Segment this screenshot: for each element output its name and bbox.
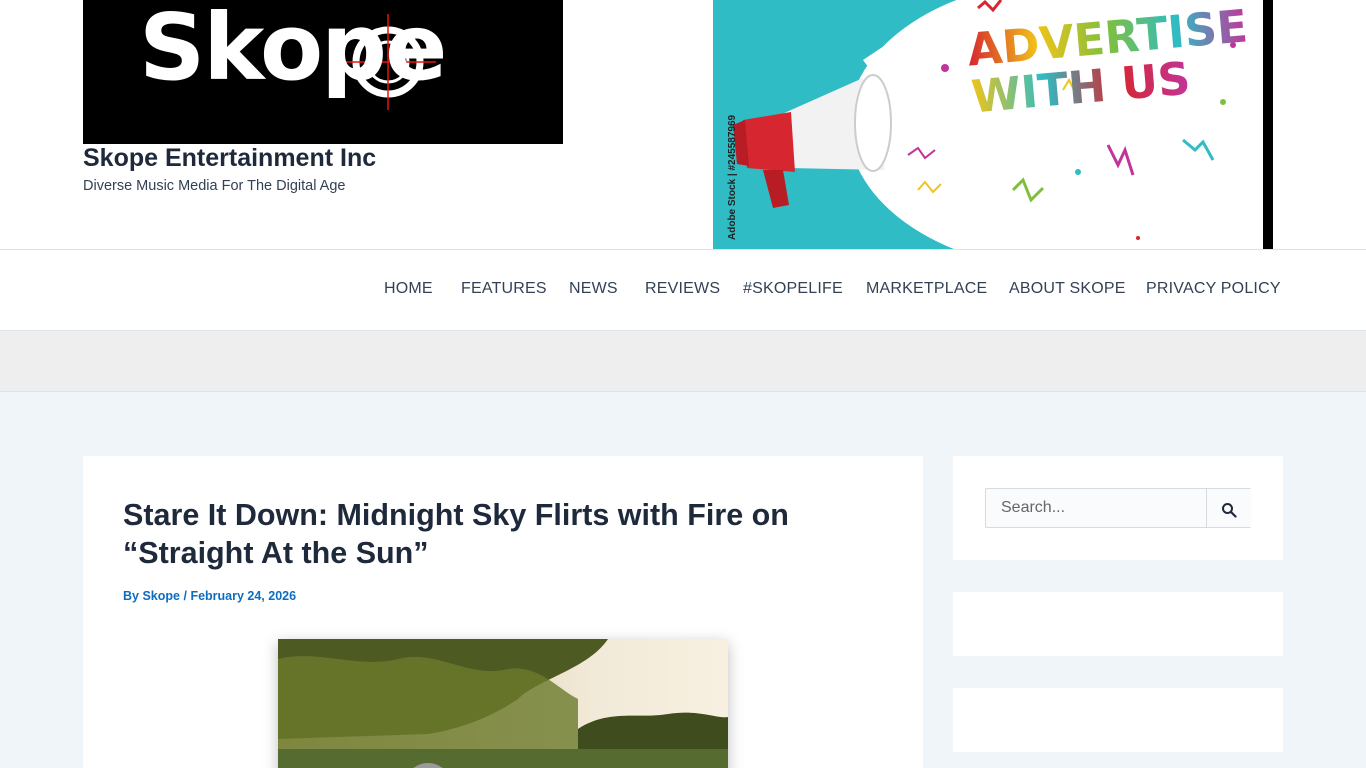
article-card: Stare It Down: Midnight Sky Flirts with … [83,456,923,768]
advertise-banner[interactable]: ADVERTISE WITH US Adobe Stock | #2455879… [713,0,1273,249]
meta-separator: / [183,589,187,603]
featured-image-art [278,639,728,768]
nav-item-marketplace[interactable]: MARKETPLACE [866,280,987,298]
author-link[interactable]: Skope [142,589,180,603]
search-icon [1222,502,1237,518]
sidebar-widget-3 [953,688,1283,752]
search-widget [953,456,1283,560]
nav-item-news[interactable]: NEWS [569,280,618,298]
post-date: February 24, 2026 [190,589,297,603]
nav-item-reviews[interactable]: REVIEWS [645,280,720,298]
site-tagline: Diverse Music Media For The Digital Age [83,178,346,194]
site-header: Skope Skope Entertainment Inc Diverse Mu… [0,0,1366,249]
ad-stock-credit: Adobe Stock | #245587969 [727,114,738,240]
nav-item-skopelife[interactable]: #SKOPELIFE [743,280,843,298]
meta-by-label: By [123,589,139,603]
article-meta: By Skope / February 24, 2026 [123,589,296,603]
featured-image[interactable] [278,639,728,768]
header-below-band [0,331,1366,392]
main-navigation: HOME FEATURES NEWS REVIEWS #SKOPELIFE MA… [0,249,1366,331]
ad-banner-background: ADVERTISE WITH US Adobe Stock | #2455879… [713,0,1263,249]
nav-item-home[interactable]: HOME [384,280,433,298]
article-title: Stare It Down: Midnight Sky Flirts with … [123,498,789,570]
nav-item-features[interactable]: FEATURES [461,280,547,298]
nav-item-about-skope[interactable]: ABOUT SKOPE [1009,280,1126,298]
search-form [985,488,1251,528]
site-title[interactable]: Skope Entertainment Inc [83,144,376,173]
search-input[interactable] [986,489,1206,527]
nav-item-privacy-policy[interactable]: PRIVACY POLICY [1146,280,1281,298]
site-logo[interactable]: Skope [83,0,563,144]
logo-wordmark: Skope [139,0,447,101]
sidebar-widget-2 [953,592,1283,656]
search-button[interactable] [1206,489,1251,527]
